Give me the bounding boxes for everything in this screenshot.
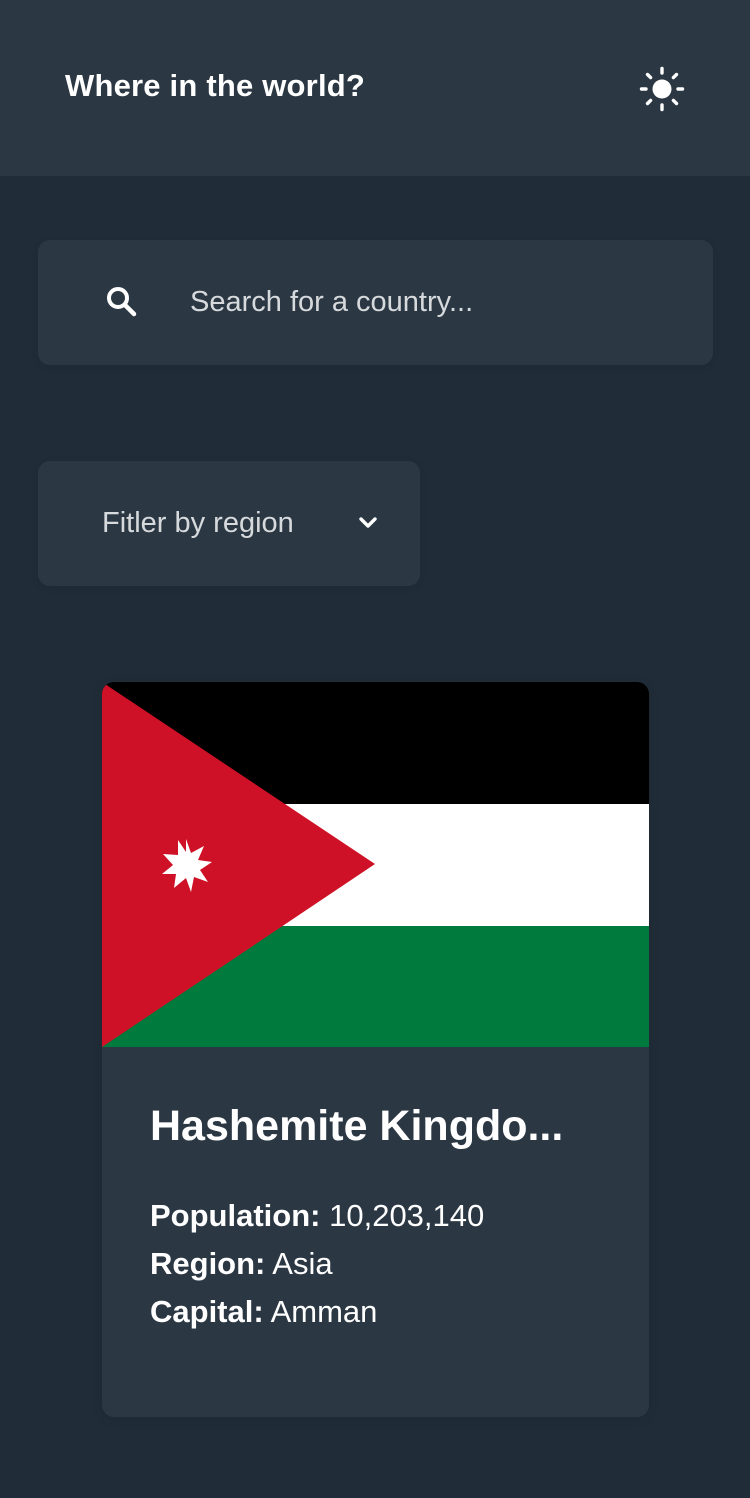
app-header: Where in the world?	[0, 0, 750, 176]
app-title: Where in the world?	[65, 68, 366, 103]
region-filter-label: Fitler by region	[102, 507, 294, 539]
population-value: 10,203,140	[329, 1198, 485, 1233]
theme-toggle-button[interactable]	[636, 63, 688, 115]
region-value: Asia	[272, 1246, 333, 1281]
search-input[interactable]	[190, 272, 670, 332]
region-filter-dropdown[interactable]: Fitler by region	[38, 461, 420, 586]
chevron-down-icon	[359, 517, 377, 528]
capital-info: Capital: Amman	[150, 1288, 377, 1336]
population-info: Population: 10,203,140	[150, 1192, 484, 1240]
search-icon	[107, 287, 137, 317]
country-card[interactable]: Hashemite Kingdo... Population: 10,203,1…	[102, 682, 649, 1417]
jordan-flag	[102, 682, 649, 1047]
region-info: Region: Asia	[150, 1240, 333, 1288]
region-label: Region:	[150, 1246, 266, 1281]
capital-label: Capital:	[150, 1294, 264, 1329]
capital-value: Amman	[270, 1294, 378, 1329]
country-name: Hashemite Kingdo...	[150, 1102, 564, 1150]
sun-icon	[639, 66, 685, 112]
population-label: Population:	[150, 1198, 321, 1233]
